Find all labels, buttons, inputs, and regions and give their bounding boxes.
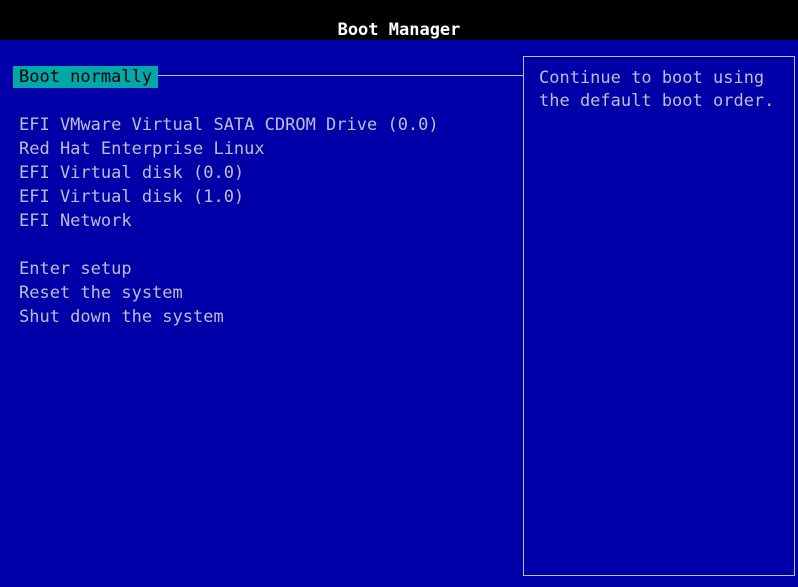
menu-item-enter-setup[interactable]: Enter setup [19, 258, 132, 280]
menu-item-reset-system[interactable]: Reset the system [19, 282, 183, 304]
help-text: Continue to boot using the default boot … [539, 68, 775, 111]
help-panel: Continue to boot using the default boot … [523, 56, 795, 576]
menu-item-boot-normally[interactable]: Boot normally [13, 66, 159, 88]
page-title: Boot Manager [337, 20, 461, 40]
selection-divider [158, 75, 524, 76]
menu-item-efi-disk-1[interactable]: EFI Virtual disk (1.0) [19, 186, 244, 208]
menu-item-efi-disk-0[interactable]: EFI Virtual disk (0.0) [19, 162, 244, 184]
title-bar: Boot Manager [0, 0, 798, 40]
menu-item-efi-cdrom[interactable]: EFI VMware Virtual SATA CDROM Drive (0.0… [19, 114, 439, 136]
menu-item-efi-network[interactable]: EFI Network [19, 210, 132, 232]
menu-item-shut-down[interactable]: Shut down the system [19, 306, 224, 328]
menu-item-red-hat[interactable]: Red Hat Enterprise Linux [19, 138, 265, 160]
bios-screen: Boot Manager Boot normally EFI VMware Vi… [0, 0, 798, 587]
